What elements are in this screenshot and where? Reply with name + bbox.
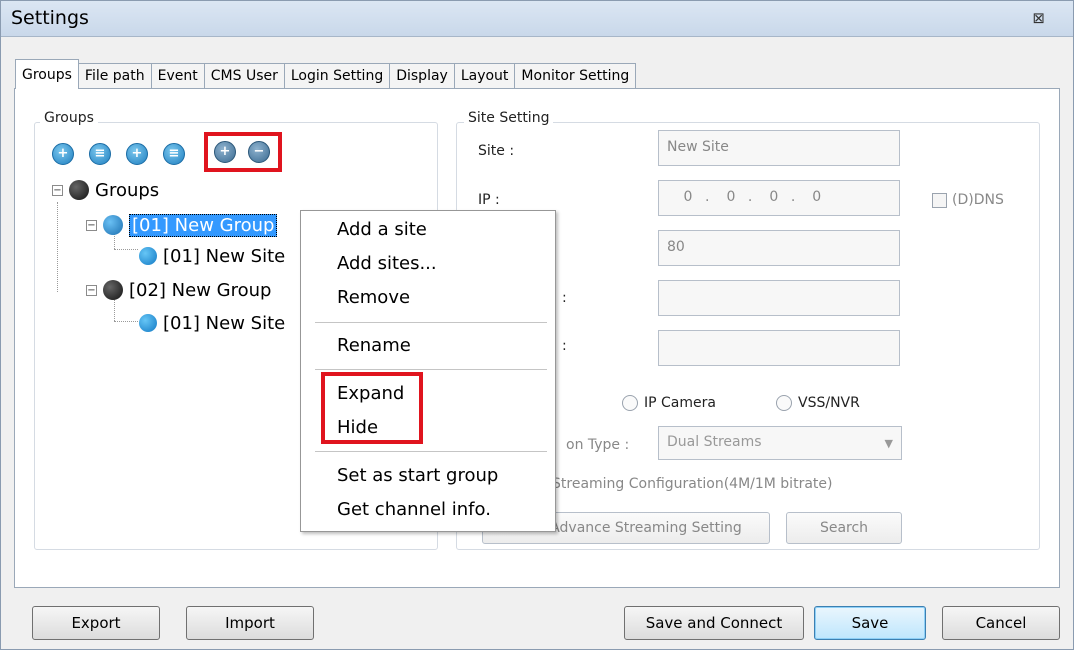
tree-node-site[interactable]: [01] New Site — [139, 311, 285, 335]
menu-separator — [315, 322, 547, 323]
ip-camera-radio[interactable] — [622, 395, 638, 411]
context-menu: Add a site Add sites... Remove Rename Ex… — [300, 210, 556, 532]
ddns-label: (D)DNS — [952, 192, 1004, 208]
site-name-field[interactable]: New Site — [658, 130, 900, 166]
groups-legend: Groups — [40, 110, 98, 126]
import-button[interactable]: Import — [186, 606, 314, 640]
edit-group-icon[interactable]: ≡ — [89, 143, 111, 165]
tree-root[interactable]: − Groups — [52, 178, 159, 202]
tree-root-label: Groups — [95, 179, 160, 201]
site-setting-legend: Site Setting — [464, 110, 554, 126]
tab-monitor-setting[interactable]: Monitor Setting — [514, 63, 637, 89]
port-field[interactable]: 80 — [658, 230, 900, 266]
tree-node-label: [01] New Group — [129, 213, 278, 237]
add-group-icon[interactable]: + — [52, 143, 74, 165]
collapse-toggle-icon[interactable]: − — [52, 184, 63, 196]
password-field[interactable] — [658, 330, 900, 366]
field-colon: : — [562, 338, 567, 354]
menu-item-set-start-group[interactable]: Set as start group — [337, 465, 498, 486]
tree-node-group-01[interactable]: − [01] New Group — [86, 213, 278, 237]
tree-node-site[interactable]: [01] New Site — [139, 244, 285, 268]
ip-octet: 0 — [683, 189, 693, 205]
ip-label: IP : — [478, 192, 500, 208]
save-and-connect-button[interactable]: Save and Connect — [624, 606, 804, 640]
collapse-toggle-icon[interactable]: − — [86, 284, 97, 296]
vss-nvr-label: VSS/NVR — [798, 395, 860, 411]
group-folder-icon — [69, 180, 89, 200]
connection-type-value: Dual Streams — [667, 434, 762, 450]
ddns-checkbox[interactable] — [932, 193, 947, 208]
menu-item-remove[interactable]: Remove — [337, 287, 410, 308]
chevron-down-icon: ▼ — [884, 437, 893, 450]
tab-layout[interactable]: Layout — [453, 63, 516, 89]
collapse-toggle-icon[interactable]: − — [86, 219, 97, 231]
cancel-button[interactable]: Cancel — [942, 606, 1060, 640]
ip-octet: 0 — [726, 189, 736, 205]
site-icon — [139, 247, 157, 265]
tab-event[interactable]: Event — [150, 63, 205, 89]
edit-site-icon[interactable]: ≡ — [163, 143, 185, 165]
streaming-config-label: Streaming Configuration(4M/1M bitrate) — [552, 476, 833, 492]
menu-item-add-sites[interactable]: Add sites... — [337, 253, 437, 274]
ip-octet: 0 — [769, 189, 779, 205]
menu-item-rename[interactable]: Rename — [337, 335, 411, 356]
export-button[interactable]: Export — [32, 606, 160, 640]
user-field[interactable] — [658, 280, 900, 316]
menu-item-get-channel-info[interactable]: Get channel info. — [337, 499, 491, 520]
ip-address-field[interactable]: 0. 0. 0. 0 — [658, 180, 900, 216]
field-colon: : — [562, 290, 567, 306]
close-icon[interactable]: ⊠ — [1032, 9, 1045, 27]
highlight-box-expand-hide — [321, 372, 423, 444]
title-bar: Settings ⊠ — [1, 1, 1073, 37]
ip-octet: 0 — [812, 189, 822, 205]
menu-item-add-site[interactable]: Add a site — [337, 219, 427, 240]
tab-login-setting[interactable]: Login Setting — [283, 63, 391, 89]
connection-type-label: on Type : — [566, 437, 630, 453]
collapse-all-icon[interactable]: − — [248, 141, 270, 163]
tab-file-path[interactable]: File path — [77, 63, 152, 89]
tab-bar: Groups File path Event CMS User Login Se… — [15, 59, 637, 89]
tab-cms-user[interactable]: CMS User — [203, 63, 285, 89]
group-icon — [103, 280, 123, 300]
search-button[interactable]: Search — [786, 512, 902, 544]
connection-type-select[interactable]: Dual Streams ▼ — [658, 426, 902, 460]
site-label: Site : — [478, 143, 515, 159]
tree-node-label: [01] New Site — [163, 245, 286, 267]
tree-node-label: [02] New Group — [129, 279, 272, 301]
tab-groups[interactable]: Groups — [15, 59, 79, 89]
menu-separator — [315, 369, 547, 370]
add-site-icon[interactable]: + — [126, 143, 148, 165]
ip-camera-label: IP Camera — [644, 395, 716, 411]
group-icon — [103, 215, 123, 235]
menu-separator — [315, 451, 547, 452]
tab-display[interactable]: Display — [389, 63, 455, 89]
site-icon — [139, 314, 157, 332]
expand-all-icon[interactable]: + — [214, 141, 236, 163]
window-title: Settings — [11, 7, 89, 29]
save-button[interactable]: Save — [814, 606, 926, 640]
vss-nvr-radio[interactable] — [776, 395, 792, 411]
tree-node-label: [01] New Site — [163, 312, 286, 334]
tree-node-group-02[interactable]: − [02] New Group — [86, 278, 271, 302]
advance-streaming-label: Advance Streaming Setting — [550, 520, 742, 536]
